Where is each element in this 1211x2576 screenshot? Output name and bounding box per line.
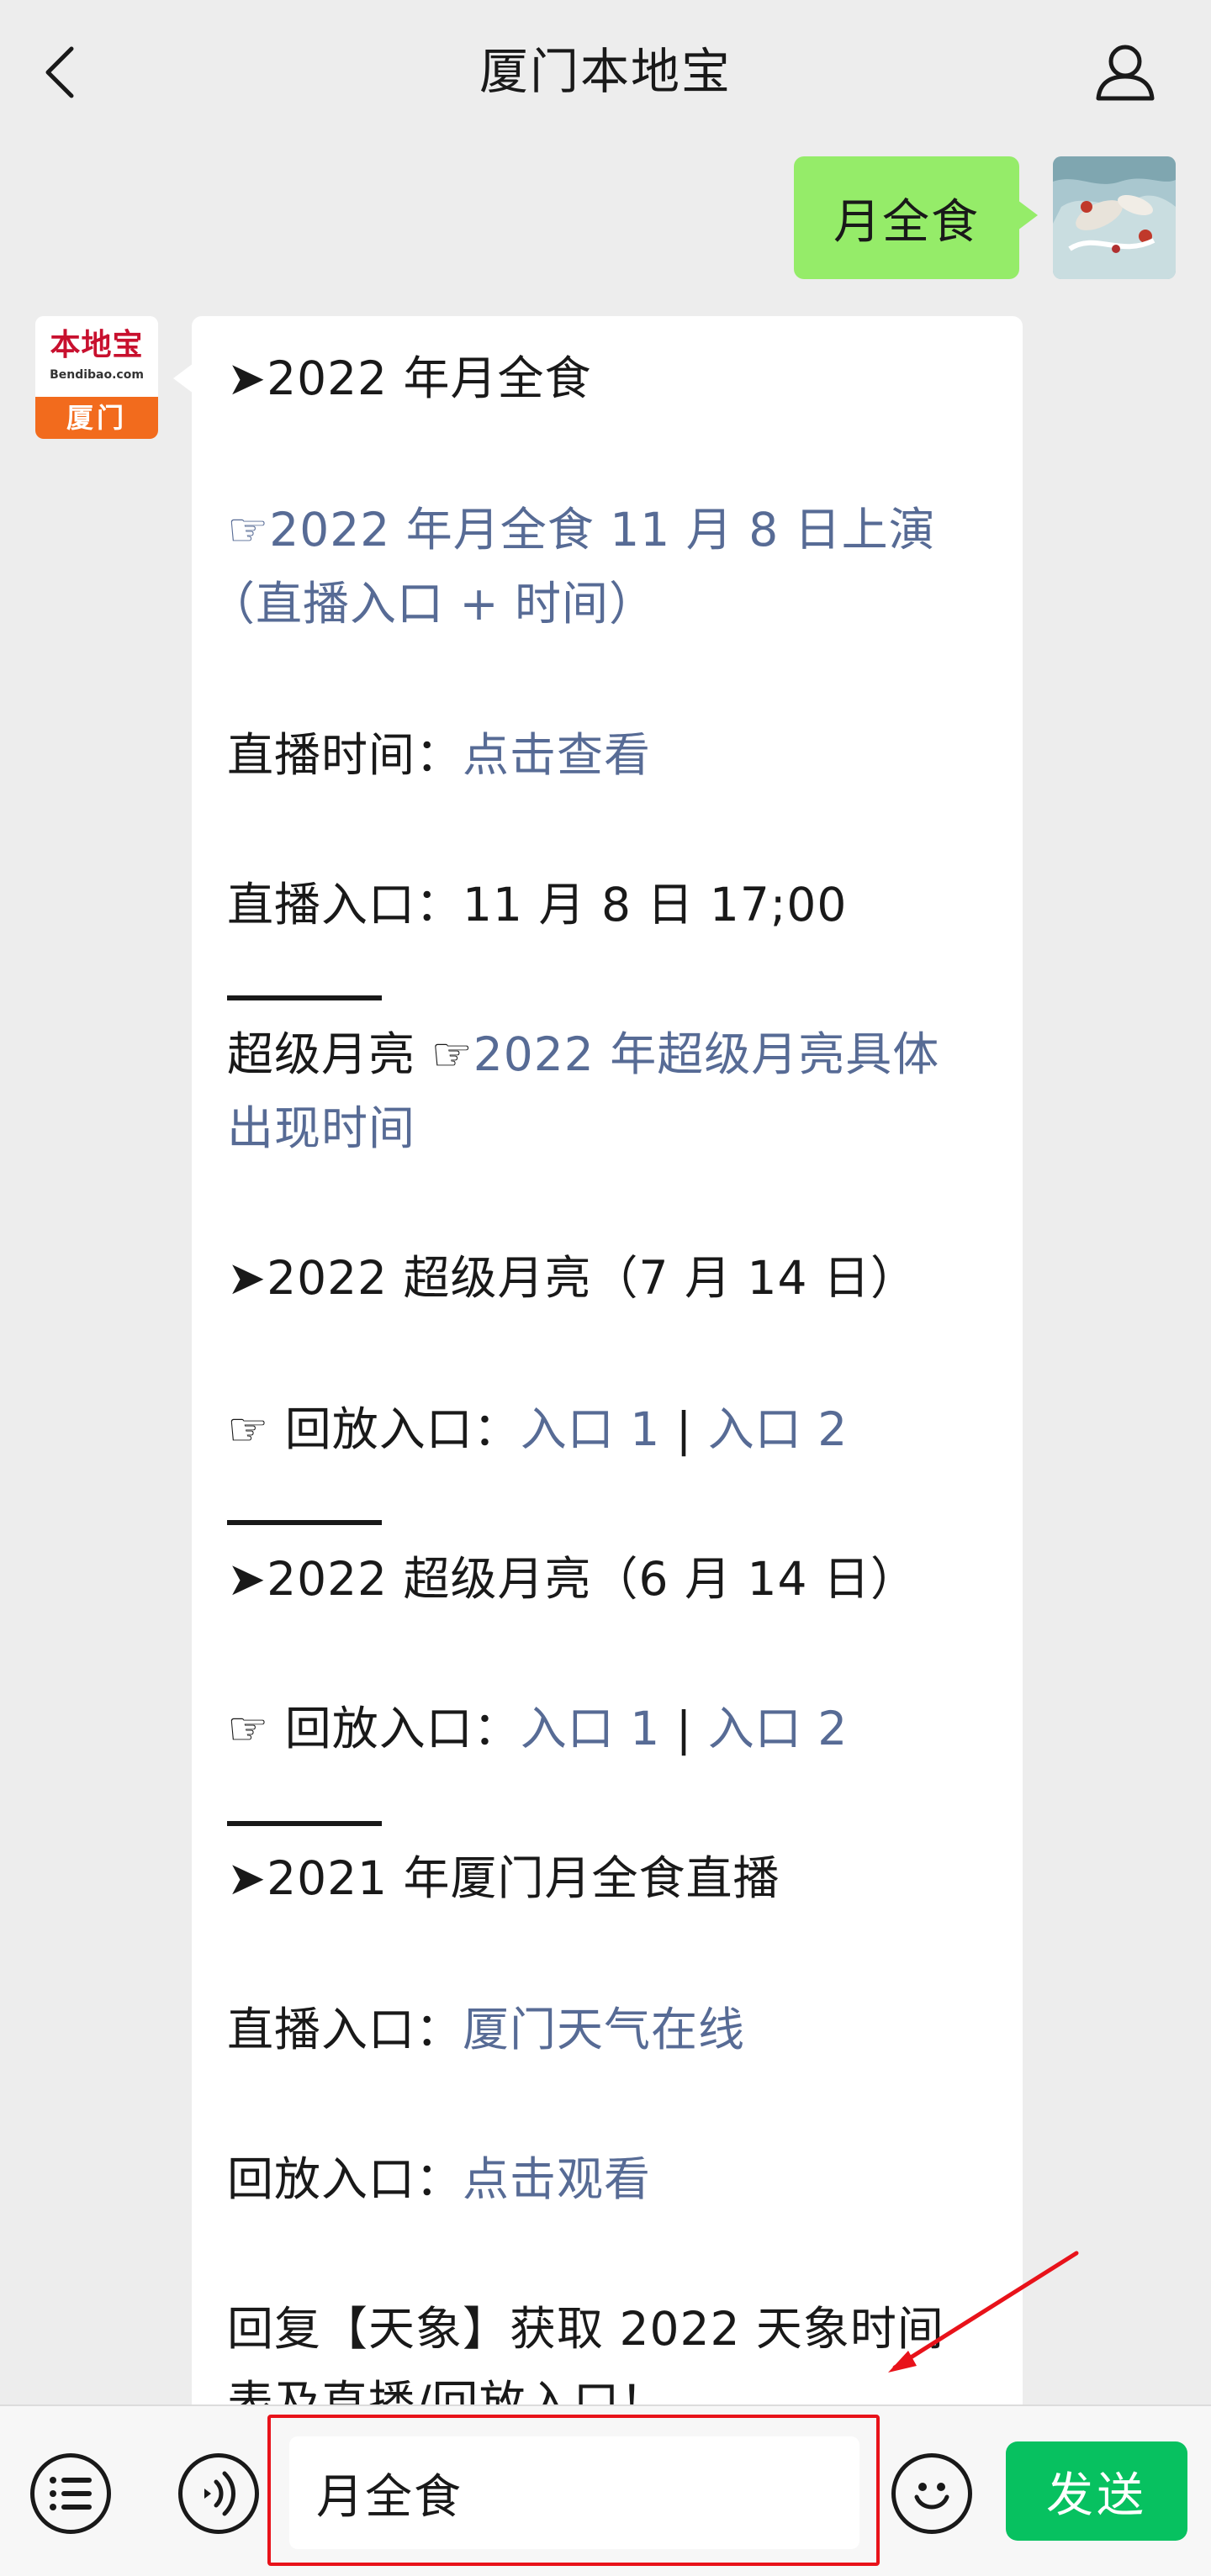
reply-label: 直播时间： bbox=[227, 728, 463, 782]
reply-line: 直播入口：11 月 8 日 17;00 bbox=[227, 868, 984, 942]
reply-line: ➤2022 超级月亮（6 月 14 日） bbox=[227, 1542, 984, 1616]
sent-message-text: 月全食 bbox=[833, 194, 980, 250]
replay-entry-2-link[interactable]: 入口 2 bbox=[708, 1702, 848, 1755]
reply-text: 回复【天象】获取 2022 天象时间 bbox=[227, 2302, 944, 2356]
replay-entry-2-link[interactable]: 入口 2 bbox=[708, 1402, 848, 1456]
reply-line: 出现时间 bbox=[227, 1091, 984, 1165]
reply-line: 超级月亮 ☞2022 年超级月亮具体 bbox=[227, 1017, 984, 1091]
weather-online-link[interactable]: 厦门天气在线 bbox=[463, 2003, 745, 2056]
reply-line: ☞ 回放入口：入口 1 | 入口 2 bbox=[227, 1692, 984, 1766]
reply-label: 回放入口： bbox=[227, 2152, 463, 2206]
reply-label: 直播入口：11 月 8 日 17;00 bbox=[227, 878, 848, 932]
lunar-eclipse-link[interactable]: ☞2022 年月全食 11 月 8 日上演 bbox=[227, 503, 936, 557]
voice-icon bbox=[204, 2471, 235, 2516]
logo-name: 本地宝 bbox=[50, 327, 144, 362]
supermoon-link-cont[interactable]: 出现时间 bbox=[227, 1101, 415, 1155]
reply-heading: ➤2022 超级月亮（6 月 14 日） bbox=[227, 1552, 918, 1606]
emoji-icon bbox=[914, 2483, 949, 2510]
top-bar: 厦门本地宝 bbox=[0, 0, 1211, 145]
reply-line: ➤2022 超级月亮（7 月 14 日） bbox=[227, 1241, 984, 1315]
reply-label: ☞ 回放入口： bbox=[227, 1402, 521, 1456]
annotation-highlight-box bbox=[267, 2415, 880, 2566]
reply-line: 直播入口：厦门天气在线 bbox=[227, 1993, 984, 2067]
reply-line: 回放入口：点击观看 bbox=[227, 2142, 984, 2216]
lunar-eclipse-link-cont[interactable]: （直播入口 + 时间） bbox=[209, 577, 656, 631]
user-icon bbox=[1096, 45, 1155, 101]
reply-line: ➤2021 年厦门月全食直播 bbox=[227, 1841, 984, 1915]
send-button[interactable]: 发送 bbox=[1006, 2441, 1187, 2541]
watch-replay-link[interactable]: 点击观看 bbox=[463, 2152, 651, 2206]
section-divider bbox=[227, 1821, 382, 1826]
page-title: 厦门本地宝 bbox=[479, 43, 732, 100]
emoji-button[interactable] bbox=[891, 2453, 972, 2534]
bot-avatar[interactable]: 本地宝 Bendibao.com 厦门 bbox=[35, 316, 158, 439]
voice-button[interactable] bbox=[178, 2453, 259, 2534]
reply-label: 直播入口： bbox=[227, 2003, 463, 2056]
logo-city: 厦门 bbox=[35, 397, 158, 439]
profile-button[interactable] bbox=[1090, 37, 1161, 108]
reply-line: （直播入口 + 时间） bbox=[209, 567, 965, 641]
logo-url: Bendibao.com bbox=[50, 368, 144, 382]
list-menu-icon bbox=[50, 2477, 92, 2510]
avatar-image bbox=[1053, 156, 1176, 279]
reply-heading: ➤2022 超级月亮（7 月 14 日） bbox=[227, 1251, 918, 1305]
view-time-link[interactable]: 点击查看 bbox=[463, 728, 651, 782]
send-button-label: 发送 bbox=[1046, 2468, 1147, 2523]
reply-heading: ➤2021 年厦门月全食直播 bbox=[227, 1851, 780, 1905]
section-divider bbox=[227, 995, 382, 1000]
received-message-bubble: ➤2022 年月全食 ☞2022 年月全食 11 月 8 日上演 （直播入口 +… bbox=[192, 316, 1023, 2502]
reply-heading: ➤2022 年月全食 bbox=[227, 351, 592, 405]
logo-top: 本地宝 Bendibao.com bbox=[35, 316, 158, 397]
reply-line: ➤2022 年月全食 bbox=[227, 341, 984, 415]
supermoon-link[interactable]: 2022 年超级月亮具体 bbox=[473, 1027, 939, 1081]
separator: | bbox=[660, 1702, 708, 1755]
sent-message-bubble[interactable]: 月全食 bbox=[794, 156, 1038, 279]
reply-line: 回复【天象】获取 2022 天象时间 bbox=[227, 2292, 984, 2366]
menu-button[interactable] bbox=[30, 2453, 111, 2534]
bubble-tail bbox=[173, 363, 193, 393]
section-divider bbox=[227, 1520, 382, 1525]
reply-label: ☞ 回放入口： bbox=[227, 1702, 521, 1755]
replay-entry-1-link[interactable]: 入口 1 bbox=[521, 1702, 660, 1755]
separator: | bbox=[660, 1402, 708, 1456]
reply-line: 直播时间：点击查看 bbox=[227, 718, 984, 792]
reply-label: 超级月亮 ☞ bbox=[227, 1027, 473, 1081]
reply-line: ☞2022 年月全食 11 月 8 日上演 bbox=[227, 493, 984, 567]
reply-line: ☞ 回放入口：入口 1 | 入口 2 bbox=[227, 1392, 984, 1466]
my-avatar[interactable] bbox=[1053, 156, 1176, 279]
replay-entry-1-link[interactable]: 入口 1 bbox=[521, 1402, 660, 1456]
